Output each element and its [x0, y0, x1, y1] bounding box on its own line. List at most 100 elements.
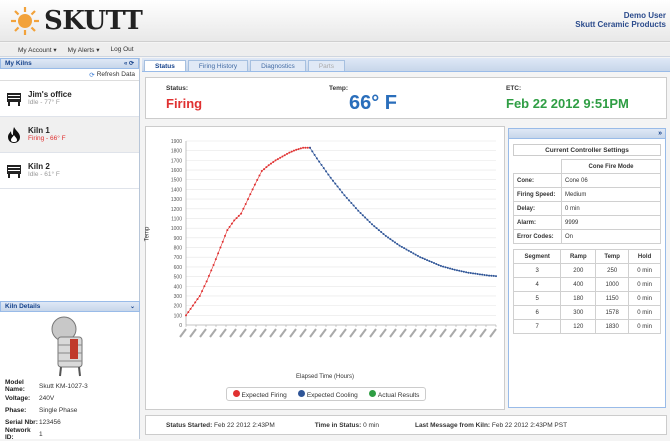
segment-row: 6 300 1578 0 min: [512, 305, 661, 320]
status-footer: Status Started: Feb 22 2012 2:43PM Time …: [145, 415, 667, 435]
legend-actual-results[interactable]: Actual Results: [368, 389, 419, 399]
data-point: [442, 265, 445, 268]
x-tick-label: [339, 328, 347, 338]
data-point: [224, 234, 227, 237]
data-point: [251, 188, 254, 191]
setting-row: Delay: 0 min: [513, 201, 661, 216]
x-tick-label: [489, 328, 497, 338]
detail-row: Phase: Single Phase: [5, 404, 135, 416]
setting-row: Firing Speed: Medium: [513, 187, 661, 202]
kiln-image: [0, 312, 140, 380]
data-point: [233, 219, 236, 222]
data-point: [336, 185, 339, 188]
kiln-item-kiln-2[interactable]: Kiln 2 Idle - 61° F: [0, 153, 139, 189]
data-point: [196, 298, 199, 301]
x-tick-label: [429, 328, 437, 338]
kiln-item-kiln-1[interactable]: Kiln 1 Firing - 66° F: [0, 117, 139, 153]
data-point: [433, 262, 435, 265]
status-label: Status:: [166, 85, 189, 92]
data-point: [242, 207, 245, 210]
y-tick-label: 100: [174, 313, 183, 319]
data-point: [235, 217, 238, 220]
setting-value: 0 min: [561, 201, 661, 216]
x-axis-title: Elapsed Time (Hours): [295, 374, 355, 380]
x-tick-label: [459, 328, 467, 338]
segment-cell: 200: [560, 263, 597, 278]
x-tick-label: [239, 328, 247, 338]
data-point: [302, 146, 305, 149]
my-alerts-menu[interactable]: My Alerts ▾: [68, 46, 100, 54]
detail-row: Network ID: 1: [5, 427, 135, 441]
status-panel: Status: Firing Temp: 66° F ETC: Feb 22 2…: [145, 77, 667, 119]
time-block: Time in Status: 0 min: [315, 422, 379, 429]
setting-row: Error Codes: On: [513, 229, 661, 244]
data-point: [306, 146, 309, 149]
data-point: [407, 249, 410, 252]
data-point: [249, 193, 252, 196]
data-point: [396, 242, 399, 245]
data-point: [403, 247, 406, 250]
data-point: [465, 271, 468, 274]
kiln-item-jims-office[interactable]: Jim's office Idle - 77° F: [0, 81, 139, 117]
segment-row: 7 120 1830 0 min: [512, 319, 661, 334]
data-point: [400, 245, 403, 248]
detail-value: 240V: [39, 394, 55, 402]
tab-diagnostics[interactable]: Diagnostics: [250, 60, 306, 71]
data-point: [384, 234, 387, 237]
x-tick-label: [179, 328, 187, 338]
segment-cell: 3: [512, 263, 562, 278]
data-point: [414, 253, 417, 256]
tab-parts[interactable]: Parts: [307, 60, 345, 71]
collapse-panel-icon[interactable]: ⌄: [130, 303, 135, 310]
setting-row: Cone: Cone 06: [513, 173, 661, 188]
data-point: [214, 258, 217, 261]
y-tick-label: 1300: [171, 197, 182, 203]
kiln-name: Jim's office: [28, 90, 72, 99]
data-point: [198, 294, 201, 297]
tab-firing-history[interactable]: Firing History: [187, 60, 249, 71]
kiln-name: Kiln 2: [28, 162, 50, 171]
segment-cell: 1578: [595, 305, 630, 320]
temp-block: Temp: 66° F: [329, 85, 397, 115]
detail-row: Voltage: 240V: [5, 392, 135, 404]
refresh-button[interactable]: ⟳ Refresh Data: [0, 69, 139, 81]
data-point: [382, 232, 385, 235]
legend-expected-firing[interactable]: Expected Firing: [232, 389, 287, 399]
time-value: 0 min: [363, 421, 379, 429]
x-tick-label: [319, 328, 327, 338]
data-point: [476, 272, 479, 275]
data-point: [260, 170, 263, 173]
user-name[interactable]: Demo User: [575, 11, 666, 20]
logout-link[interactable]: Log Out: [110, 46, 133, 53]
y-tick-label: 300: [174, 294, 183, 300]
data-point: [320, 163, 323, 166]
last-value: Feb 22 2012 2:43PM PST: [491, 421, 568, 429]
data-point: [380, 231, 383, 234]
data-point: [469, 272, 472, 275]
x-tick-label: [359, 328, 367, 338]
segment-cell: 6: [512, 305, 562, 320]
y-tick-label: 1100: [171, 216, 182, 222]
data-point: [325, 170, 328, 173]
data-point: [247, 198, 249, 201]
y-tick-label: 1400: [171, 187, 182, 193]
legend-expected-cooling[interactable]: Expected Cooling: [297, 389, 358, 399]
data-point: [405, 248, 408, 251]
x-tick-label: [259, 328, 267, 338]
data-point: [350, 201, 353, 204]
data-point: [430, 261, 433, 264]
data-point: [201, 290, 204, 293]
my-account-menu[interactable]: My Account ▾: [18, 46, 57, 54]
data-point: [276, 158, 279, 161]
segment-cell: 4: [512, 277, 562, 292]
data-point: [391, 239, 394, 242]
expand-icon[interactable]: »: [658, 130, 662, 137]
tab-status[interactable]: Status: [144, 60, 186, 71]
collapse-icon[interactable]: « ⟳: [124, 60, 134, 67]
data-point: [410, 251, 413, 254]
data-point: [228, 225, 231, 228]
data-point: [212, 263, 215, 266]
setting-label: Alarm:: [513, 215, 562, 230]
y-tick-label: 1600: [171, 168, 182, 174]
data-point: [366, 218, 369, 221]
